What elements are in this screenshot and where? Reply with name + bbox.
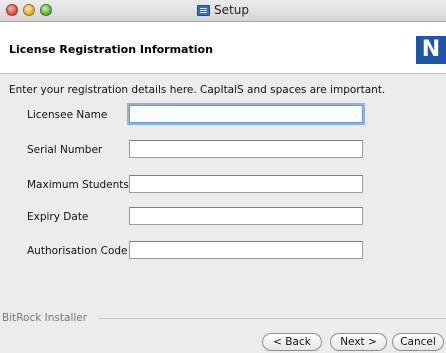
page-title: License Registration Information — [9, 43, 213, 56]
maximum-students-label: Maximum Students — [27, 179, 129, 191]
licensee-name-field[interactable] — [129, 105, 363, 123]
installer-brand-label: BitRock Installer — [2, 312, 88, 324]
form-row-authorisation-code: Authorisation Code — [0, 241, 446, 263]
installer-app-icon — [197, 4, 211, 16]
back-button[interactable]: < Back — [262, 333, 322, 351]
window-title-container: Setup — [0, 3, 446, 19]
form-row-maximum-students: Maximum Students — [0, 175, 446, 197]
footer-divider — [99, 318, 446, 319]
title-bar: Setup — [0, 0, 446, 22]
product-logo: N — [416, 36, 446, 64]
licensee-name-label: Licensee Name — [27, 109, 108, 121]
next-button[interactable]: Next > — [330, 333, 387, 351]
window-title: Setup — [214, 3, 249, 17]
expiry-date-label: Expiry Date — [27, 211, 89, 223]
serial-number-field[interactable] — [129, 140, 363, 158]
cancel-button[interactable]: Cancel — [392, 333, 444, 351]
instructions-text: Enter your registration details here. Ca… — [9, 84, 386, 96]
form-row-serial-number: Serial Number — [0, 140, 446, 162]
expiry-date-field[interactable] — [129, 207, 363, 225]
setup-window: Setup License Registration Information N… — [0, 0, 446, 353]
form-row-licensee-name: Licensee Name — [0, 105, 446, 127]
authorisation-code-label: Authorisation Code — [27, 245, 128, 257]
authorisation-code-field[interactable] — [129, 241, 363, 259]
form-row-expiry-date: Expiry Date — [0, 207, 446, 229]
page-header: License Registration Information N — [0, 22, 446, 74]
maximum-students-field[interactable] — [129, 175, 363, 193]
serial-number-label: Serial Number — [27, 144, 103, 156]
